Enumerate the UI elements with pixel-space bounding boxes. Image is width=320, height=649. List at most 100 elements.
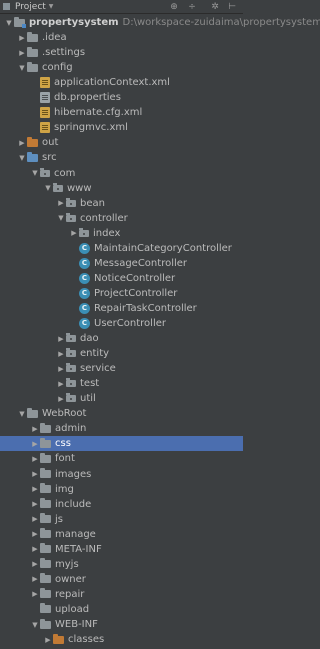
tree-row[interactable]: ▶ font <box>0 451 243 466</box>
expand-arrow-right-icon[interactable]: ▶ <box>56 199 66 207</box>
expand-arrow-right-icon[interactable]: ▶ <box>30 440 40 448</box>
tree-row[interactable]: ▶ .settings <box>0 45 243 60</box>
class-icon: C <box>79 242 90 254</box>
gear-icon[interactable]: ✲ <box>209 1 221 13</box>
expand-arrow-right-icon[interactable]: ▶ <box>17 139 27 147</box>
expand-arrow-down-icon[interactable]: ▼ <box>17 154 27 162</box>
chevron-down-icon[interactable]: ▼ <box>49 3 54 10</box>
project-panel-header: Project ▼ ⊕ ÷ ✲ ⊢ <box>0 0 243 14</box>
expand-arrow-right-icon[interactable]: ▶ <box>56 350 66 358</box>
tree-item-label: MaintainCategoryController <box>94 242 232 254</box>
collapse-all-icon[interactable]: ÷ <box>186 1 198 13</box>
expand-arrow-right-icon[interactable]: ▶ <box>30 530 40 538</box>
expand-arrow-right-icon[interactable]: ▶ <box>30 425 40 433</box>
tree-row[interactable]: ▶ entity <box>0 346 243 361</box>
expand-arrow-down-icon[interactable]: ▼ <box>17 410 27 418</box>
tree-item-label: com <box>54 167 76 179</box>
tree-row[interactable]: ▼ controller <box>0 211 243 226</box>
tree-row[interactable]: ▼ config <box>0 60 243 75</box>
tree-row[interactable]: ▼ src <box>0 150 243 165</box>
tree-row[interactable]: ▼ com <box>0 166 243 181</box>
expand-arrow-right-icon[interactable]: ▶ <box>43 636 53 644</box>
tree-row[interactable]: hibernate.cfg.xml <box>0 105 243 120</box>
tree-row[interactable]: ▶ owner <box>0 572 243 587</box>
expand-arrow-right-icon[interactable]: ▶ <box>56 335 66 343</box>
expand-arrow-right-icon[interactable]: ▶ <box>56 365 66 373</box>
tree-row[interactable]: ▶ img <box>0 482 243 497</box>
folder-icon <box>40 468 51 478</box>
tree-item-label: MessageController <box>94 257 188 269</box>
hide-icon[interactable]: ⊢ <box>226 1 238 13</box>
tree-row[interactable]: C ProjectController <box>0 286 243 301</box>
tree-item-label: NoticeController <box>94 272 176 284</box>
expand-arrow-down-icon[interactable]: ▼ <box>17 64 27 72</box>
tree-row[interactable]: C MaintainCategoryController <box>0 241 243 256</box>
tree-row[interactable]: ▼ www <box>0 181 243 196</box>
tree-row[interactable]: ▶ myjs <box>0 557 243 572</box>
expand-arrow-right-icon[interactable]: ▶ <box>30 500 40 508</box>
tree-item-label: owner <box>55 573 86 585</box>
tree-row[interactable]: upload <box>0 602 243 617</box>
tree-row[interactable]: ▶ META-INF <box>0 542 243 557</box>
tree-item-label: manage <box>55 528 96 540</box>
expand-arrow-right-icon[interactable]: ▶ <box>56 380 66 388</box>
class-icon: C <box>79 287 90 299</box>
expand-arrow-right-icon[interactable]: ▶ <box>30 455 40 463</box>
tree-row[interactable]: ▶ util <box>0 391 243 406</box>
expand-arrow-right-icon[interactable]: ▶ <box>30 515 40 523</box>
target-icon[interactable]: ⊕ <box>168 1 180 13</box>
tree-row[interactable]: springmvc.xml <box>0 120 243 135</box>
tree-row[interactable]: ▶ bean <box>0 196 243 211</box>
tree-row[interactable]: ▶ dao <box>0 331 243 346</box>
expand-arrow-down-icon[interactable]: ▼ <box>4 19 14 27</box>
tree-row[interactable]: C MessageController <box>0 256 243 271</box>
tree-row[interactable]: ▶ include <box>0 497 243 512</box>
tree-row[interactable]: ▶ out <box>0 135 243 150</box>
tree-item-label: WEB-INF <box>55 619 98 630</box>
tree-row[interactable]: ▶ test <box>0 376 243 391</box>
tree-item-label: js <box>55 513 63 525</box>
folder-icon <box>40 543 51 554</box>
project-path: D:\workspace-zuidaima\propertysystem <box>122 17 320 28</box>
tree-row[interactable]: C RepairTaskController <box>0 301 243 316</box>
folder-icon <box>40 558 51 569</box>
expand-arrow-down-icon[interactable]: ▼ <box>30 169 40 177</box>
class-icon: C <box>79 318 90 329</box>
tree-item-label: bean <box>80 197 105 209</box>
tree-row[interactable]: ▶ manage <box>0 527 243 542</box>
expand-arrow-right-icon[interactable]: ▶ <box>30 575 40 583</box>
tree-row[interactable]: ▶ service <box>0 361 243 376</box>
expand-arrow-down-icon[interactable]: ▼ <box>30 621 40 629</box>
tree-row[interactable]: ▼ WebRoot <box>0 406 243 421</box>
folder-icon <box>40 513 51 524</box>
expand-arrow-right-icon[interactable]: ▶ <box>30 545 40 553</box>
tree-item-label: .idea <box>42 32 67 44</box>
tree-row[interactable]: ▶ css <box>0 436 243 452</box>
tree-row[interactable]: ▼ WEB-INF <box>0 617 243 632</box>
tree-row[interactable]: C UserController <box>0 316 243 331</box>
tree-row[interactable]: ▶ images <box>0 467 243 482</box>
tree-row[interactable]: db.properties <box>0 90 243 105</box>
tree-row[interactable]: ▶ classes <box>0 632 243 647</box>
panel-title[interactable]: Project <box>15 2 46 12</box>
expand-arrow-right-icon[interactable]: ▶ <box>56 395 66 403</box>
expand-arrow-right-icon[interactable]: ▶ <box>17 49 27 57</box>
expand-arrow-right-icon[interactable]: ▶ <box>30 485 40 493</box>
expand-arrow-right-icon[interactable]: ▶ <box>30 470 40 478</box>
tree-row[interactable]: applicationContext.xml <box>0 75 243 90</box>
expand-arrow-down-icon[interactable]: ▼ <box>56 214 66 222</box>
tree-row[interactable]: ▶ .idea <box>0 30 243 45</box>
tree-row[interactable]: ▶ admin <box>0 421 243 436</box>
expand-arrow-right-icon[interactable]: ▶ <box>30 590 40 598</box>
tree-row[interactable]: ▶ repair <box>0 587 243 602</box>
expand-arrow-right-icon[interactable]: ▶ <box>69 229 79 237</box>
tree-item-label: css <box>55 438 71 450</box>
tree-row[interactable]: ▼ propertysystem D:\workspace-zuidaima\pro… <box>0 15 320 30</box>
expand-arrow-right-icon[interactable]: ▶ <box>17 34 27 42</box>
package-icon <box>66 212 76 222</box>
tree-row[interactable]: ▶ index <box>0 226 243 241</box>
expand-arrow-right-icon[interactable]: ▶ <box>30 560 40 568</box>
expand-arrow-down-icon[interactable]: ▼ <box>43 184 53 192</box>
tree-row[interactable]: ▶ js <box>0 512 243 527</box>
tree-row[interactable]: C NoticeController <box>0 271 243 286</box>
